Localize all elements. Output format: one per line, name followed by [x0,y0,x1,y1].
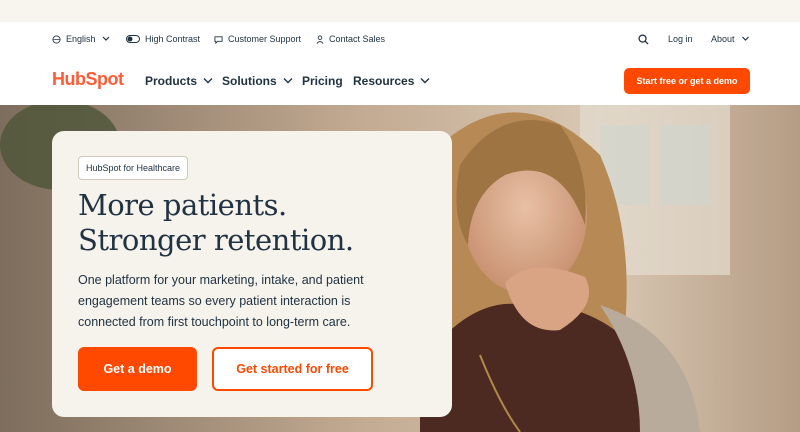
language-label: English [66,34,96,44]
high-contrast-toggle[interactable]: High Contrast [126,22,200,56]
person-icon [316,34,324,44]
headline-line-1: More patients. [78,188,287,222]
start-free-demo-button[interactable]: Start free or get a demo [624,68,750,94]
top-strip [0,0,800,22]
start-free-demo-label: Start free or get a demo [636,76,738,86]
customer-support-link[interactable]: Customer Support [214,22,301,56]
get-started-free-label: Get started for free [236,362,349,376]
toggle-icon [126,35,140,43]
nav-solutions[interactable]: Solutions [222,56,293,105]
login-label: Log in [668,34,693,44]
chevron-down-icon [741,36,749,41]
contact-sales-label: Contact Sales [329,34,386,44]
high-contrast-label: High Contrast [145,34,201,44]
get-started-free-button[interactable]: Get started for free [212,347,373,391]
nav-products-label: Products [145,73,198,88]
chevron-down-icon [203,78,213,84]
hero-subtext: One platform for your marketing, intake,… [78,273,364,329]
nav-resources-label: Resources [353,73,415,88]
search-button[interactable] [638,22,654,56]
contact-sales-link[interactable]: Contact Sales [316,22,385,56]
nav-pricing[interactable]: Pricing [302,56,343,105]
chevron-down-icon [283,78,293,84]
nav-products[interactable]: Products [145,56,213,105]
nav-pricing-label: Pricing [302,73,343,88]
hero-headline: More patients. Stronger retention. [78,188,354,258]
get-demo-button[interactable]: Get a demo [78,347,197,391]
about-label: About [711,34,735,44]
utility-bar: English High Contrast Customer Support C… [0,22,800,56]
industry-tag: HubSpot for Healthcare [78,156,189,180]
hubspot-logo[interactable]: HubSpot [52,69,124,90]
industry-tag-label: HubSpot for Healthcare [86,163,181,173]
about-menu[interactable]: About [711,22,755,56]
customer-support-label: Customer Support [228,34,302,44]
search-icon [638,33,649,45]
chevron-down-icon [420,78,430,84]
nav-resources[interactable]: Resources [353,56,430,105]
get-demo-label: Get a demo [103,362,172,376]
login-link[interactable]: Log in [668,22,693,56]
language-selector[interactable]: English [52,22,115,56]
logo-text: HubSpot [52,69,124,89]
nav-solutions-label: Solutions [222,73,277,88]
headline-line-2: Stronger retention. [78,223,354,257]
main-navigation: HubSpot Products Solutions Pricing Resou… [0,56,800,105]
chevron-down-icon [102,36,109,41]
globe-icon [52,34,61,44]
chat-icon [214,35,223,44]
